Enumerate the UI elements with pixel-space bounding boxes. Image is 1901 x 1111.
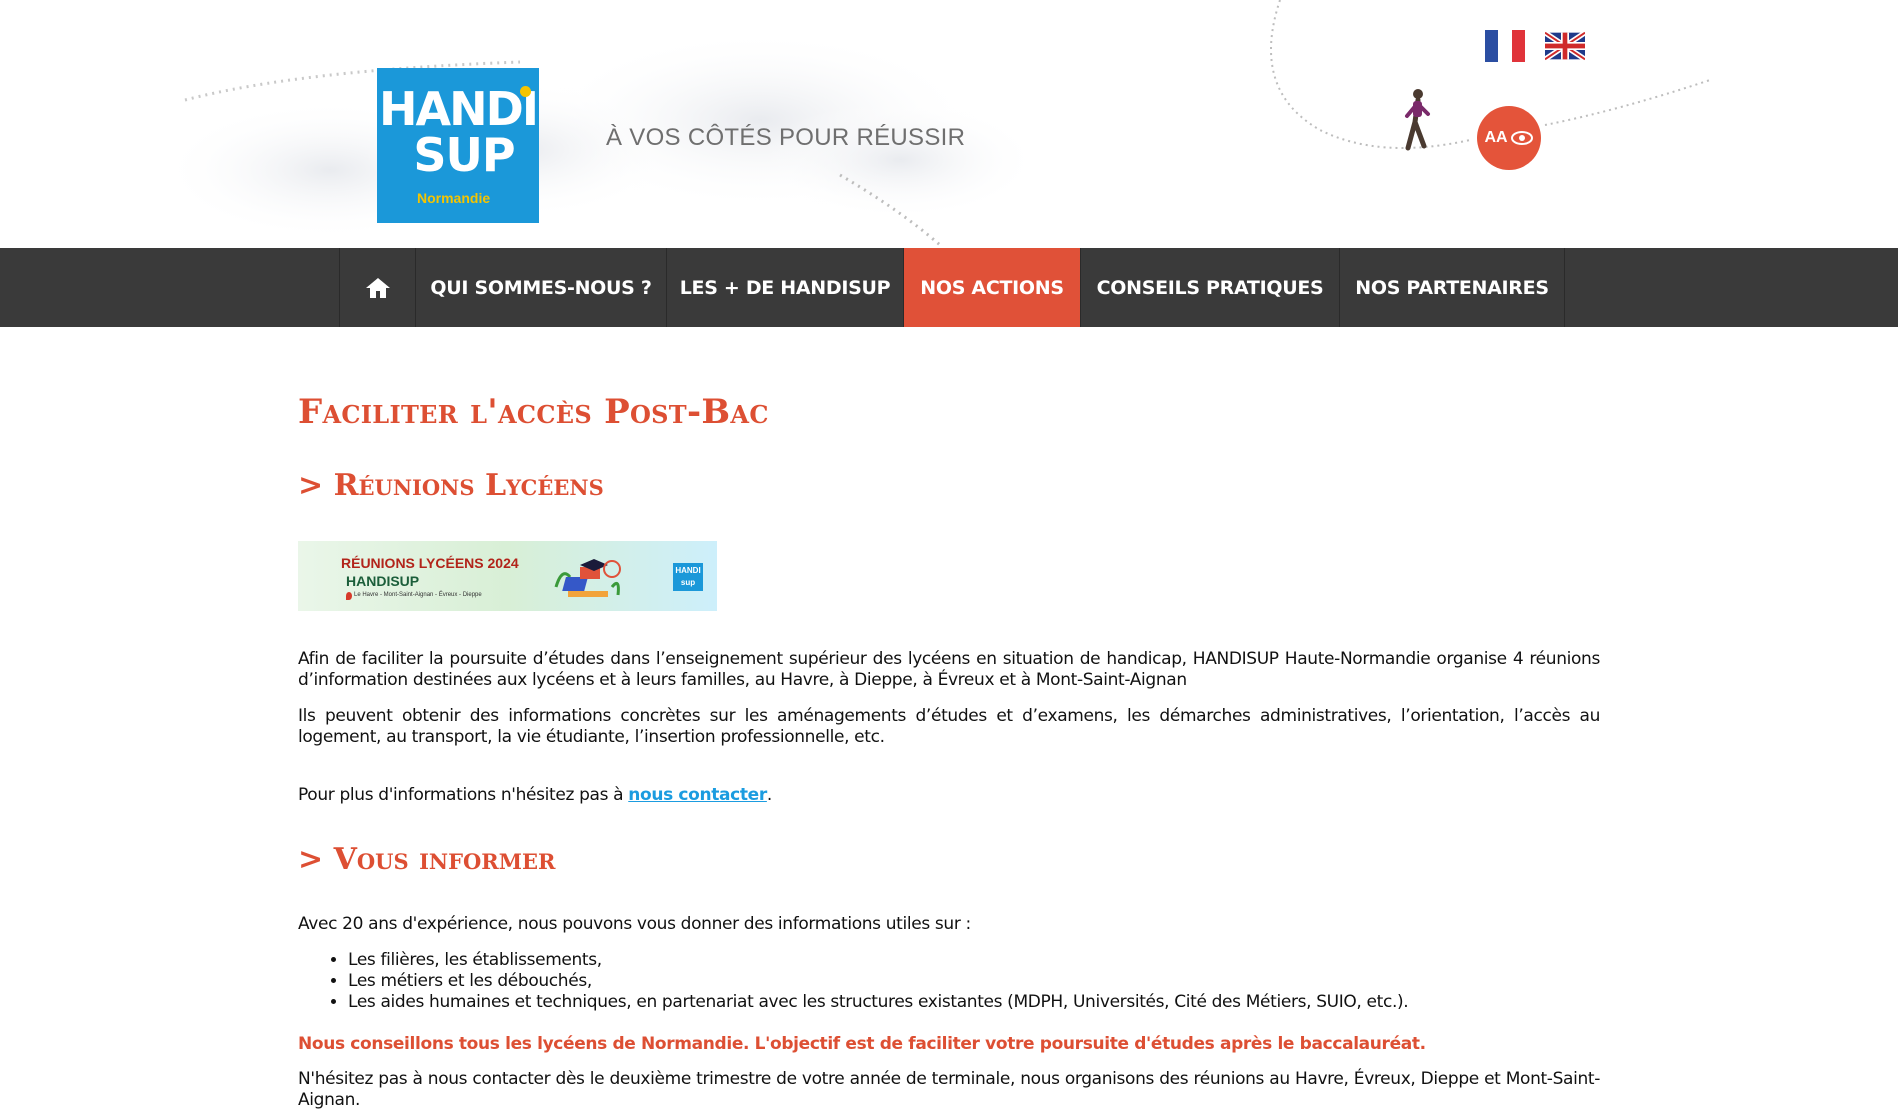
nav-item-nos-actions[interactable]: NOS ACTIONS [904,248,1081,327]
logo-line-1: HANDI [379,82,539,136]
nav-item-conseils-pratiques[interactable]: CONSEILS PRATIQUES [1081,248,1340,327]
location-pin-icon [346,592,352,600]
accessibility-button[interactable]: AA [1477,106,1541,170]
page-title: Faciliter l'accès Post-Bac [298,392,769,432]
list-item: Les aides humaines et techniques, en par… [348,992,1409,1013]
logo-dot [520,86,531,97]
banner-subtitle: HANDISUP [346,573,420,589]
site-header: HANDI SUP Normandie À VOS CÔTÉS POUR RÉU… [0,0,1901,248]
reunions-lyceens-banner: RÉUNIONS LYCÉENS 2024 HANDISUP Le Havre … [298,541,717,611]
list-item: Les métiers et les débouchés, [348,971,1408,992]
paragraph-cut-off: N'hésitez pas à nous contacter dès le de… [298,1069,1600,1110]
main-navigation: QUI SOMMES-NOUS ? LES + DE HANDISUP NOS … [0,248,1898,327]
logo-region: Normandie [417,190,491,206]
nav-item-nos-partenaires[interactable]: NOS PARTENAIRES [1340,248,1565,327]
section-title-reunions-lyceens: > Réunions Lycéens [298,468,604,503]
highlight-paragraph: Nous conseillons tous les lycéens de Nor… [298,1034,1426,1054]
banner-locations: Le Havre - Mont-Saint-Aignan - Évreux - … [354,592,482,598]
section-title-vous-informer: > Vous informer [298,842,556,877]
banner-title: RÉUNIONS LYCÉENS 2024 [341,555,519,571]
uk-flag-icon[interactable] [1545,30,1585,62]
home-icon [365,277,390,298]
graduation-illustration-icon [554,559,621,597]
contact-suffix: . [766,785,772,805]
paragraph-intro: Afin de faciliter la poursuite d’études … [298,649,1600,690]
paragraph-informations: Ils peuvent obtenir des informations con… [298,706,1600,747]
nav-home-button[interactable] [339,248,416,327]
paragraph-contact: Pour plus d'informations n'hésitez pas à… [298,785,1600,806]
eye-icon [1510,131,1533,145]
contact-prefix: Pour plus d'informations n'hésitez pas à [298,785,629,805]
accessibility-label: AA [1484,129,1508,146]
walking-person-icon [1405,89,1430,151]
information-list: Les filières, les établissements, Les mé… [298,950,1409,1013]
contact-link[interactable]: nous contacter [628,785,767,805]
banner-handisup-logo: HANDI sup [673,563,703,591]
logo-line-2: SUP [413,128,515,182]
french-flag-icon[interactable] [1485,30,1525,62]
nav-item-les-plus-de-handisup[interactable]: LES + DE HANDISUP [667,248,904,327]
handisup-logo[interactable]: HANDI SUP Normandie [377,68,539,223]
site-tagline: À VOS CÔTÉS POUR RÉUSSIR [606,124,966,151]
paragraph-experience: Avec 20 ans d'expérience, nous pouvons v… [298,914,971,934]
list-item: Les filières, les établissements, [348,950,1408,971]
nav-item-qui-sommes-nous[interactable]: QUI SOMMES-NOUS ? [416,248,667,327]
